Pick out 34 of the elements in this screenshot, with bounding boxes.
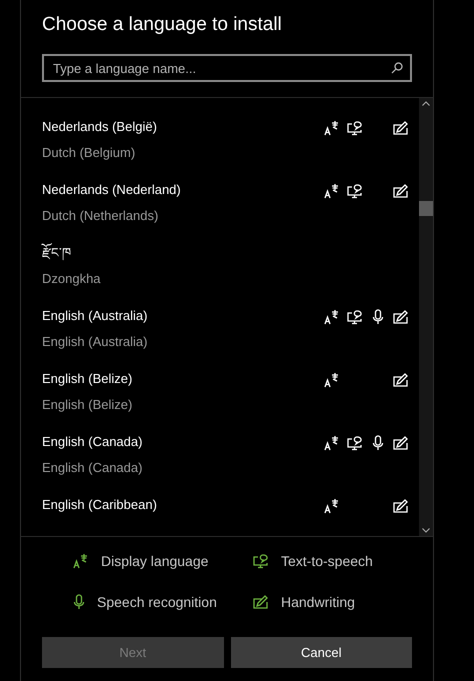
dialog-title: Choose a language to install (41, 13, 283, 37)
legend-label: Speech recognition (97, 592, 217, 612)
scroll-down-icon[interactable] (422, 528, 430, 533)
scrollbar-thumb[interactable] (419, 201, 433, 216)
language-name: English (Caribbean) (42, 497, 158, 513)
microphone-icon (73, 594, 85, 610)
language-english-name: English (Australia) (42, 334, 148, 350)
language-item[interactable]: རྫོང་ཁ Dzongkha (21, 245, 419, 308)
language-name: Nederlands (Nederland) (42, 182, 182, 198)
display-language-icon (73, 553, 89, 569)
language-name: Nederlands (België) (42, 119, 158, 135)
monitor-speech-icon (253, 554, 269, 568)
pen-pad-icon (253, 595, 269, 609)
search-field[interactable]: Type a language name... (42, 54, 412, 82)
language-name: English (Canada) (42, 434, 144, 450)
language-english-name: Dutch (Netherlands) (42, 208, 160, 224)
language-english-name: English (Belize) (42, 397, 134, 413)
language-item[interactable]: English (Caribbean) (21, 497, 419, 536)
language-name: English (Australia) (42, 308, 148, 324)
language-item[interactable]: English (Australia) English (Australia) (21, 308, 419, 371)
language-item[interactable]: English (Belize) English (Belize) (21, 371, 419, 434)
language-item[interactable]: English (Canada) English (Canada) (21, 434, 419, 497)
legend-label: Handwriting (281, 592, 355, 612)
scroll-up-icon[interactable] (422, 101, 430, 106)
search-icon (391, 62, 403, 74)
language-english-name: Dutch (Belgium) (42, 145, 136, 161)
legend-label: Display language (101, 552, 208, 571)
language-item[interactable]: Nederlands (België) Dutch (Belgium) (21, 119, 419, 182)
legend-label: Text-to-speech (281, 552, 373, 571)
language-english-name: English (Canada) (42, 460, 144, 476)
dialog-button[interactable]: Cancel (230, 637, 412, 668)
language-english-name: Dzongkha (42, 271, 102, 287)
language-name: རྫོང་ཁ (42, 245, 72, 261)
language-name: English (Belize) (42, 371, 134, 387)
